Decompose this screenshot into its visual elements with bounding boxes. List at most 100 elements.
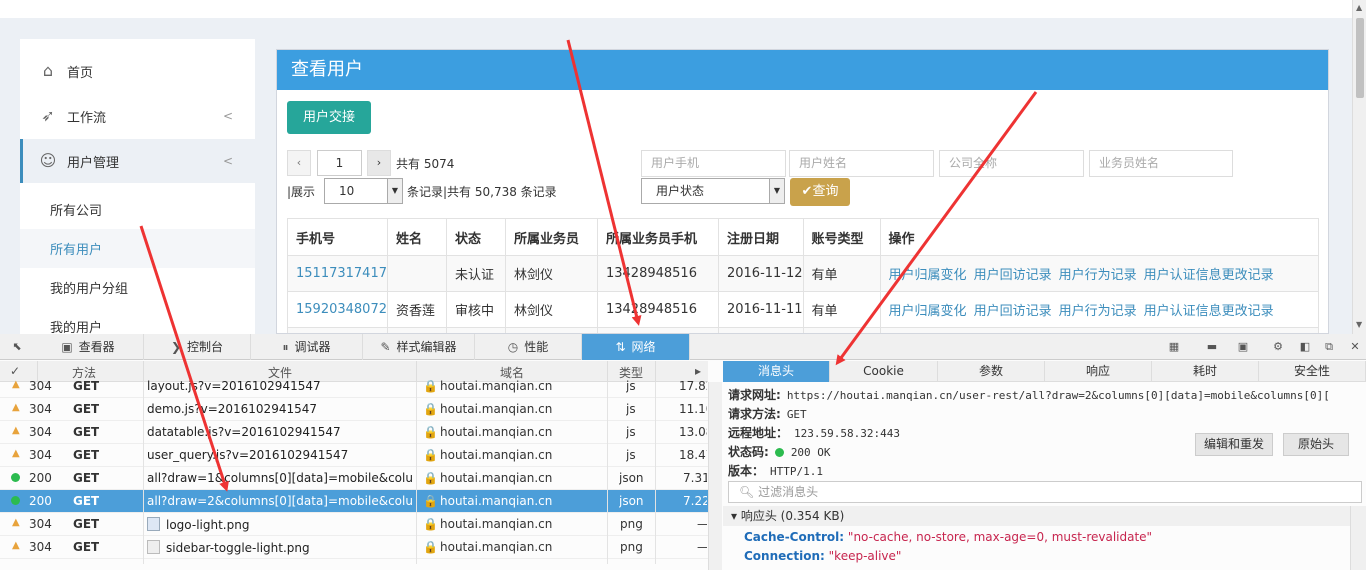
tab-debugger[interactable]: ⏸ 调试器 (251, 334, 363, 360)
date-cell: 2016-11-12 (717, 255, 804, 292)
domain: houtai.manqian.cn (440, 471, 553, 485)
behavior-record-link[interactable]: 用户行为记录 (1059, 268, 1137, 283)
sidebar-sub-label: 所有用户 (50, 243, 103, 258)
visit-record-link[interactable]: 用户回访记录 (974, 268, 1052, 283)
tab-network[interactable]: ⇅ 网络 (582, 334, 690, 360)
auth-change-link[interactable]: 用户认证信息更改记录 (1144, 268, 1274, 283)
column-header[interactable]: 所属业务员 (504, 218, 598, 256)
sidebar-sub-label: 所有公司 (50, 204, 103, 219)
page-number-input[interactable]: 1 (317, 150, 362, 176)
response-headers-section[interactable]: ▾ 响应头 (0.354 KB) (723, 506, 1350, 526)
page-size-select[interactable]: 10 ▼ (324, 178, 403, 204)
sidebar-sub-all-companies[interactable]: 所有公司 (20, 190, 255, 229)
lock-icon: 🔒 (423, 379, 438, 393)
tab-console[interactable]: ❯ 控制台 (144, 334, 251, 360)
agent-cell: 林剑仪 (504, 255, 598, 292)
phone-link[interactable]: 15117317417 (287, 255, 388, 292)
name-filter-input[interactable]: 用户姓名 (789, 150, 934, 177)
type: json (619, 494, 644, 508)
request-row[interactable]: ▲ 304 GET user_query.js?v=2016102941547 … (0, 444, 708, 467)
agent-phone-cell: 13428948516 (596, 291, 719, 328)
scroll-thumb[interactable] (1356, 18, 1364, 98)
name-cell: 资香莲 (386, 291, 447, 328)
file-name-text: sidebar-toggle-light.png (166, 541, 310, 555)
company-filter-input[interactable]: 公司全称 (939, 150, 1084, 177)
gear-icon[interactable]: ⚙ (1271, 340, 1285, 354)
tab-performance[interactable]: ◷ 性能 (475, 334, 582, 360)
column-header[interactable]: 操作 (879, 218, 1320, 256)
tab-cookies[interactable]: Cookie (830, 361, 938, 382)
view-users-panel: 查看用户 用户交接 ‹ 1 › 共有 5074 |展示 10 ▼ 条记录|共有 … (276, 49, 1329, 334)
column-header[interactable]: 注册日期 (717, 218, 804, 256)
tab-response[interactable]: 响应 (1045, 361, 1152, 382)
column-header[interactable]: 所属业务员手机 (596, 218, 719, 256)
filter-headers-input[interactable]: 🔍︎ 过滤消息头 (728, 481, 1362, 503)
column-header[interactable]: 账号类型 (802, 218, 881, 256)
phone-link[interactable]: 15920348072 (287, 291, 388, 328)
next-page-button[interactable]: › (367, 150, 391, 176)
sidebar-item-user-management[interactable]: ☺ 用户管理 < (20, 139, 255, 183)
column-header[interactable]: 状态 (445, 218, 506, 256)
total-pages-text: 共有 5074 (396, 157, 455, 171)
ownership-change-link[interactable]: 用户归属变化 (889, 268, 967, 283)
query-button[interactable]: ✔查询 (790, 178, 850, 206)
domain: houtai.manqian.cn (440, 540, 553, 554)
type: js (626, 379, 636, 393)
tab-inspector[interactable]: ▣ 查看器 (33, 334, 144, 360)
remote-address: 123.59.58.32:443 (794, 427, 900, 440)
user-transfer-button[interactable]: 用户交接 (287, 101, 371, 134)
request-row[interactable]: ▲ 304 GET layout.js?v=2016102941547 🔒 ho… (0, 375, 708, 398)
behavior-record-link[interactable]: 用户行为记录 (1059, 304, 1137, 319)
image-file-icon (147, 540, 160, 554)
sidebar-sub-all-users[interactable]: 所有用户 (20, 229, 255, 268)
agent-filter-input[interactable]: 业务员姓名 (1089, 150, 1233, 177)
header-key: Connection: (744, 549, 825, 563)
prev-page-button[interactable]: ‹ (287, 150, 311, 176)
detail-tabs: 消息头 Cookie 参数 响应 耗时 安全性 (723, 361, 1366, 382)
agent-cell: 林剑仪 (504, 291, 598, 328)
sidebar-sub-user-groups[interactable]: 我的用户分组 (20, 268, 255, 307)
tab-headers[interactable]: 消息头 (723, 361, 830, 382)
ownership-change-link[interactable]: 用户归属变化 (889, 304, 967, 319)
request-row[interactable]: ▲ 304 GET demo.js?v=2016102941547 🔒 hout… (0, 398, 708, 421)
auth-change-link[interactable]: 用户认证信息更改记录 (1144, 304, 1274, 319)
home-icon: ⌂ (42, 61, 54, 80)
tab-style-editor[interactable]: ✎ 样式编辑器 (363, 334, 475, 360)
close-icon[interactable]: ✕ (1348, 340, 1362, 354)
field-label: 远程地址： (728, 426, 789, 440)
status-code: 304 (29, 425, 52, 439)
sidebar-item-home[interactable]: ⌂ 首页 (20, 49, 255, 93)
raw-headers-button[interactable]: 原始头 (1283, 433, 1349, 456)
request-list-scrollbar[interactable] (708, 382, 722, 570)
user-status-select[interactable]: 用户状态 ▼ (641, 178, 785, 204)
tab-security[interactable]: 安全性 (1259, 361, 1366, 382)
dock-icon[interactable]: ▬ (1205, 340, 1219, 354)
image-file-icon (147, 517, 160, 531)
request-row[interactable]: ▲ 304 GET sidebar-toggle-light.png 🔒 hou… (0, 536, 708, 559)
scroll-up-icon[interactable]: ▲ (1356, 3, 1362, 12)
request-row-selected[interactable]: 200 GET all?draw=2&columns[0][data]=mobi… (0, 490, 708, 513)
domain: houtai.manqian.cn (440, 448, 553, 462)
undock-icon[interactable]: ⧉ (1322, 340, 1336, 354)
tab-timings[interactable]: 耗时 (1152, 361, 1259, 382)
pick-element-icon[interactable]: ⬉ (10, 340, 24, 354)
request-row[interactable]: ▲ 304 GET logo-light.png 🔒 houtai.manqia… (0, 513, 708, 536)
lock-icon: 🔒 (423, 402, 438, 416)
phone-filter-input[interactable]: 用户手机 (641, 150, 786, 177)
request-row[interactable]: ▲ 304 GET datatable.js?v=2016102941547 🔒… (0, 421, 708, 444)
column-header[interactable]: 手机号 (287, 218, 388, 256)
column-header[interactable]: 姓名 (386, 218, 447, 256)
page-scrollbar[interactable]: ▲ ▼ (1352, 0, 1366, 334)
top-header-strip (0, 0, 1352, 18)
tab-params[interactable]: 参数 (938, 361, 1045, 382)
scroll-down-icon[interactable]: ▼ (1356, 320, 1362, 329)
edit-resend-button[interactable]: 编辑和重发 (1195, 433, 1273, 456)
sidebar-item-workflow[interactable]: ➶ 工作流 < (20, 94, 255, 138)
visit-record-link[interactable]: 用户回访记录 (974, 304, 1052, 319)
lock-icon: 🔒 (423, 448, 438, 462)
frames-icon[interactable]: ▦ (1167, 340, 1181, 354)
dock-side-icon[interactable]: ◧ (1298, 340, 1312, 354)
detail-scrollbar[interactable] (1350, 506, 1366, 570)
screenshot-icon[interactable]: ▣ (1236, 340, 1250, 354)
request-row[interactable]: 200 GET all?draw=1&columns[0][data]=mobi… (0, 467, 708, 490)
